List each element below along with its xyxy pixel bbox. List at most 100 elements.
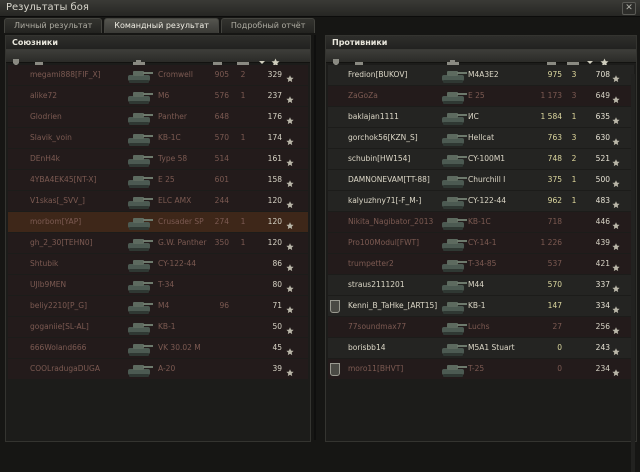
- player-name: Glodrien: [30, 112, 62, 121]
- table-row[interactable]: ZaGoZa E 25 1 173 3 649: [328, 86, 634, 106]
- xp-star-icon: [286, 92, 294, 104]
- table-row[interactable]: moro11[BHVT] T-25 0 234: [328, 359, 634, 379]
- damage-value: 1 584: [540, 112, 562, 121]
- kills-value: 1: [571, 112, 577, 121]
- vehicle-name: Luchs: [468, 322, 490, 331]
- damage-value: 274: [214, 217, 229, 226]
- table-row[interactable]: trumpetter2 T-34-85 537 421: [328, 254, 634, 274]
- table-row[interactable]: 666Woland666 VK 30.02 M 45: [8, 338, 308, 358]
- vehicle-name: Cromwell: [158, 70, 193, 79]
- table-row[interactable]: Glodrien Panther 648 176: [8, 107, 308, 127]
- player-name: Fredion[BUKOV]: [348, 70, 408, 79]
- table-row[interactable]: Nikita_Nagibator_2013 KB-1C 718 446: [328, 212, 634, 232]
- table-row[interactable]: borisbb14 M5A1 Stuart 0 243: [328, 338, 634, 358]
- xp-star-icon: [286, 239, 294, 251]
- table-row[interactable]: DAMNONEVAM[TT-88] Churchill I 375 1 500: [328, 170, 634, 190]
- vehicle-name: CY-122-44: [468, 196, 507, 205]
- player-name: morbom[YAP]: [30, 217, 82, 226]
- table-row[interactable]: COOLradugaDUGA A-20 39: [8, 359, 308, 379]
- xp-value: 635: [595, 112, 610, 121]
- xp-value: 174: [267, 133, 282, 142]
- table-row[interactable]: baklajan1111 ИС 1 584 1 635: [328, 107, 634, 127]
- damage-value: 905: [214, 70, 229, 79]
- vehicle-name: T-34: [158, 280, 175, 289]
- damage-value: 975: [547, 70, 562, 79]
- table-row[interactable]: straus2111201 M44 570 337: [328, 275, 634, 295]
- damage-value: 244: [214, 196, 229, 205]
- player-name: UJlb9MEN: [30, 280, 67, 289]
- kills-value: 1: [240, 238, 246, 247]
- vehicle-name: KB-1: [158, 322, 176, 331]
- player-name: Slavik_voin: [30, 133, 72, 142]
- table-row[interactable]: V1skas[_SVV_] ELC AMX 244 120: [8, 191, 308, 211]
- vehicle-name: ELC AMX: [158, 196, 192, 205]
- player-name: straus2111201: [348, 280, 405, 289]
- damage-value: 570: [547, 280, 562, 289]
- table-row[interactable]: morbom[YAP] Crusader SP 274 1 120: [8, 212, 308, 232]
- table-row[interactable]: 77soundmax77 Luchs 27 256: [328, 317, 634, 337]
- xp-value: 120: [267, 217, 282, 226]
- damage-value: 147: [547, 301, 562, 310]
- xp-star-icon: [286, 134, 294, 146]
- table-row[interactable]: beliy2210[P_G] M4 96 71: [8, 296, 308, 316]
- xp-value: 337: [595, 280, 610, 289]
- damage-value: 1 226: [540, 238, 562, 247]
- kills-value: 2: [571, 154, 577, 163]
- table-row[interactable]: UJlb9MEN T-34 80: [8, 275, 308, 295]
- table-row[interactable]: goganiie[SL-AL] KB-1 50: [8, 317, 308, 337]
- xp-star-icon: [286, 323, 294, 335]
- vehicle-name: VK 30.02 M: [158, 343, 201, 352]
- xp-value: 334: [595, 301, 610, 310]
- damage-value: 601: [214, 175, 229, 184]
- table-row[interactable]: Shtubik CY-122-44 86: [8, 254, 308, 274]
- damage-value: 648: [214, 112, 229, 121]
- xp-star-icon: [286, 197, 294, 209]
- player-name: 4YBA4EK45[NT-X]: [30, 175, 97, 184]
- allies-title: Союзники: [6, 36, 310, 50]
- vehicle-name: T-34-85: [468, 259, 497, 268]
- player-name: moro11[BHVT]: [348, 364, 404, 373]
- tab-personal-result[interactable]: Личный результат: [4, 18, 103, 33]
- kills-value: 1: [240, 217, 246, 226]
- clan-badge-icon: [330, 363, 340, 376]
- table-row[interactable]: DEnH4k Type 58 514 161: [8, 149, 308, 169]
- table-row[interactable]: gh_2_30[TEHN0] G.W. Panther 350 1 120: [8, 233, 308, 253]
- table-row[interactable]: gorchok56[KZN_S] Hellcat 763 3 630: [328, 128, 634, 148]
- tab-detailed-report[interactable]: Подробный отчёт: [220, 18, 316, 33]
- table-row[interactable]: Pro100Modul[FWT] CY-14-1 1 226 439: [328, 233, 634, 253]
- player-name: 666Woland666: [30, 343, 87, 352]
- xp-star-icon: [612, 239, 620, 251]
- xp-value: 50: [272, 322, 282, 331]
- xp-star-icon: [612, 302, 620, 314]
- xp-value: 234: [595, 364, 610, 373]
- close-icon[interactable]: ✕: [622, 2, 636, 15]
- table-row[interactable]: megami888[FIF_X] Cromwell 905 2 329: [8, 65, 308, 85]
- xp-value: 176: [267, 112, 282, 121]
- xp-value: 80: [272, 280, 282, 289]
- table-row[interactable]: schubin[HW154] CY-100M1 748 2 521: [328, 149, 634, 169]
- xp-value: 500: [595, 175, 610, 184]
- xp-star-icon: [286, 71, 294, 83]
- player-name: DAMNONEVAM[TT-88]: [348, 175, 430, 184]
- enemies-column-header: [326, 50, 636, 67]
- vehicle-name: Churchill I: [468, 175, 506, 184]
- kills-value: 3: [571, 133, 577, 142]
- xp-value: 158: [267, 175, 282, 184]
- xp-star-icon: [286, 344, 294, 356]
- xp-value: 483: [595, 196, 610, 205]
- xp-star-icon: [612, 176, 620, 188]
- table-row[interactable]: Kenni_B_TaHke_[ART15] KB-1 147 334: [328, 296, 634, 316]
- table-row[interactable]: 4YBA4EK45[NT-X] E 25 601 158: [8, 170, 308, 190]
- table-row[interactable]: Slavik_voin KB-1C 570 1 174: [8, 128, 308, 148]
- table-row[interactable]: Fredion[BUKOV] M4A3E2 975 3 708: [328, 65, 634, 85]
- xp-value: 446: [595, 217, 610, 226]
- damage-value: 537: [547, 259, 562, 268]
- player-name: 77soundmax77: [348, 322, 407, 331]
- clan-badge-icon: [330, 300, 340, 313]
- tab-team-result[interactable]: Командный результат: [104, 18, 219, 33]
- xp-value: 649: [595, 91, 610, 100]
- table-row[interactable]: alike72 M6 576 1 237: [8, 86, 308, 106]
- table-row[interactable]: kalyuzhny71[-F_M-] CY-122-44 962 1 483: [328, 191, 634, 211]
- allies-column-header: [6, 50, 310, 67]
- scrollbar[interactable]: [631, 74, 635, 472]
